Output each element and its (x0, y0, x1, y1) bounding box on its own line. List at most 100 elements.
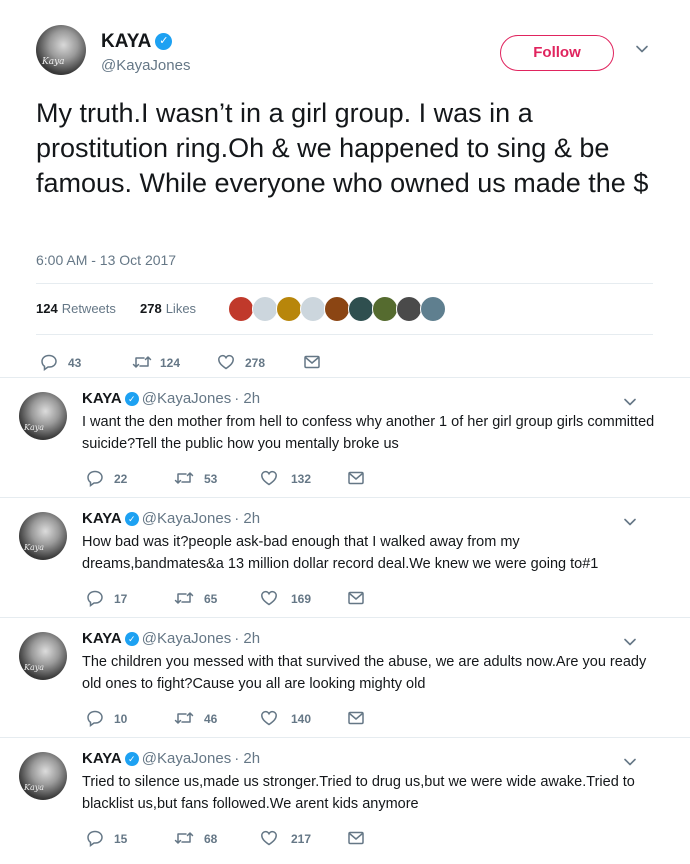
envelope-icon (348, 591, 364, 605)
chevron-down-icon[interactable] (623, 515, 637, 529)
author-name[interactable]: KAYA (82, 750, 122, 767)
author-name[interactable]: KAYA (82, 630, 122, 647)
author-handle[interactable]: @KayaJones (142, 510, 231, 527)
reply-icon (87, 470, 103, 487)
liker-avatar[interactable] (420, 296, 446, 322)
avatar-caption: Kaya (24, 663, 45, 672)
likes-stat[interactable]: 278 Likes (140, 301, 196, 316)
reply-actions: 15 68 217 (86, 829, 386, 849)
retweet-count: 68 (204, 832, 218, 846)
liker-avatar[interactable] (300, 296, 326, 322)
chevron-down-icon[interactable] (623, 395, 637, 409)
envelope-icon (304, 355, 320, 369)
avatar[interactable]: Kaya (19, 392, 67, 440)
avatar-caption: Kaya (24, 543, 45, 552)
reply-actions: 17 65 169 (86, 589, 386, 609)
reply-actions: 10 46 140 (86, 709, 386, 729)
likes-label: Likes (165, 301, 197, 316)
author-handle[interactable]: @KayaJones (142, 630, 231, 647)
reply-time[interactable]: · 2h (234, 390, 260, 407)
reply-tweet[interactable]: Kaya KAYA ✓ @KayaJones · 2h Tried to silence … (0, 738, 690, 858)
like-count: 132 (291, 472, 312, 486)
heart-icon (261, 470, 277, 486)
author-handle[interactable]: @KayaJones (142, 750, 231, 767)
avatar[interactable]: Kaya (36, 25, 86, 75)
liker-avatar[interactable] (228, 296, 254, 322)
like-count: 278 (245, 356, 266, 370)
verified-badge-icon: ✓ (124, 392, 139, 407)
reply-icon (87, 590, 103, 607)
retweet-count: 46 (204, 712, 218, 726)
reply-tweet[interactable]: Kaya KAYA ✓ @KayaJones · 2h I want the den mo… (0, 378, 690, 498)
like-count: 169 (291, 592, 312, 606)
liker-avatar[interactable] (324, 296, 350, 322)
tweet-actions: 43 124 278 (40, 353, 340, 373)
reply-tweet[interactable]: Kaya KAYA ✓ @KayaJones · 2h The children you … (0, 618, 690, 738)
reply-text: Tried to silence us,made us stronger.Tri… (82, 774, 635, 812)
tweet-timestamp[interactable]: 6:00 AM - 13 Oct 2017 (36, 252, 176, 268)
reply-icon (87, 830, 103, 847)
heart-icon (218, 354, 234, 370)
author-handle[interactable]: @KayaJones (101, 57, 190, 74)
reply-text: How bad was it?people ask-bad enough tha… (82, 534, 599, 572)
heart-icon (261, 590, 277, 606)
envelope-icon (348, 831, 364, 845)
retweet-icon (174, 832, 194, 844)
heart-icon (261, 830, 277, 846)
author-name[interactable]: KAYA (82, 510, 122, 527)
tweet-header: Kaya KAYA ✓ @KayaJones Follow (0, 0, 690, 90)
avatar-caption: Kaya (24, 423, 45, 432)
liker-avatar[interactable] (276, 296, 302, 322)
retweet-count: 65 (204, 592, 218, 606)
reply-count: 17 (114, 592, 128, 606)
verified-badge-icon: ✓ (124, 632, 139, 647)
liker-avatar[interactable] (348, 296, 374, 322)
reply-header: KAYA ✓ @KayaJones · 2h (82, 510, 260, 527)
verified-badge-icon: ✓ (124, 512, 139, 527)
heart-icon (261, 710, 277, 726)
avatar[interactable]: Kaya (19, 752, 67, 800)
author-name-text: KAYA (101, 31, 152, 52)
author-handle[interactable]: @KayaJones (142, 390, 231, 407)
retweet-icon (174, 472, 194, 484)
retweet-icon (132, 356, 152, 368)
reply-time[interactable]: · 2h (234, 510, 260, 527)
chevron-down-icon[interactable] (623, 635, 637, 649)
retweets-label: Retweets (61, 301, 116, 316)
liker-avatar[interactable] (396, 296, 422, 322)
reply-header: KAYA ✓ @KayaJones · 2h (82, 750, 260, 767)
likes-count: 278 (140, 301, 162, 316)
verified-badge-icon: ✓ (124, 752, 139, 767)
reply-actions: 22 53 132 (86, 469, 386, 489)
retweets-stat[interactable]: 124 Retweets (36, 301, 116, 316)
follow-button[interactable]: Follow (500, 35, 614, 71)
reply-header: KAYA ✓ @KayaJones · 2h (82, 390, 260, 407)
liker-avatar[interactable] (372, 296, 398, 322)
envelope-icon (348, 471, 364, 485)
retweet-count: 124 (160, 356, 181, 370)
reply-count: 10 (114, 712, 128, 726)
chevron-down-icon[interactable] (623, 755, 637, 769)
retweet-count: 53 (204, 472, 218, 486)
verified-badge-icon: ✓ (155, 33, 173, 51)
avatar[interactable]: Kaya (19, 632, 67, 680)
author-name[interactable]: KAYA (82, 390, 122, 407)
reply-time[interactable]: · 2h (234, 750, 260, 767)
reply-header: KAYA ✓ @KayaJones · 2h (82, 630, 260, 647)
retweet-icon (174, 592, 194, 604)
reply-time[interactable]: · 2h (234, 630, 260, 647)
retweets-count: 124 (36, 301, 58, 316)
reply-text: I want the den mother from hell to confe… (82, 414, 655, 452)
avatar[interactable]: Kaya (19, 512, 67, 560)
like-count: 217 (291, 832, 312, 846)
reply-count: 22 (114, 472, 128, 486)
reply-icon (87, 710, 103, 727)
reply-tweet[interactable]: Kaya KAYA ✓ @KayaJones · 2h How bad was it?pe… (0, 498, 690, 618)
reply-count: 43 (68, 356, 82, 370)
avatar-caption: Kaya (42, 57, 65, 67)
author-name[interactable]: KAYA ✓ (101, 31, 173, 53)
chevron-down-icon[interactable] (635, 42, 649, 56)
liker-avatar[interactable] (252, 296, 278, 322)
tweet-text: My truth.I wasn’t in a girl group. I was… (36, 98, 649, 198)
retweet-icon (174, 712, 194, 724)
